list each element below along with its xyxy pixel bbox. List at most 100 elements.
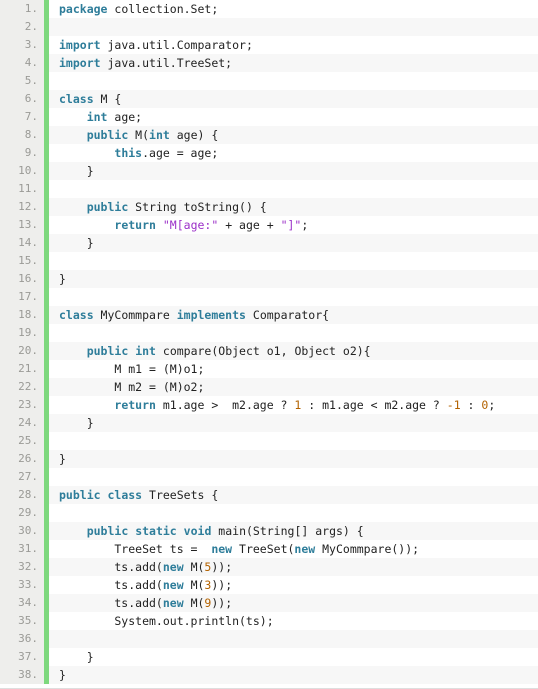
gutter-spacer [49, 234, 59, 252]
code-viewer[interactable]: 1. package collection.Set; 2. 3. import java… [0, 0, 538, 689]
code-line-content[interactable]: return "M[age:" + age + "]"; [59, 216, 538, 234]
code-line-content[interactable]: import java.util.TreeSet; [59, 54, 538, 72]
plain-token: ts.add( [59, 560, 163, 574]
gutter-spacer [49, 216, 59, 234]
code-line-row[interactable]: 22. M m2 = (M)o2; [0, 378, 538, 396]
code-line-row[interactable]: 2. [0, 18, 538, 36]
line-number: 7. [0, 108, 44, 126]
code-line-row[interactable]: 26.} [0, 450, 538, 468]
gutter-spacer [49, 450, 59, 468]
code-line-row[interactable]: 12. public String toString() { [0, 198, 538, 216]
code-line-row[interactable]: 16.} [0, 270, 538, 288]
code-line-row[interactable]: 25. [0, 432, 538, 450]
plain-token: M( [183, 596, 205, 610]
code-line-row[interactable]: 23. return m1.age > m2.age ? 1 : m1.age … [0, 396, 538, 414]
code-line-row[interactable]: 9. this.age = age; [0, 144, 538, 162]
code-line-content[interactable]: ts.add(new M(5)); [59, 558, 538, 576]
code-line-content[interactable]: } [59, 162, 538, 180]
code-line-content[interactable] [59, 252, 538, 270]
code-line-row[interactable]: 4. import java.util.TreeSet; [0, 54, 538, 72]
code-line-content[interactable]: import java.util.Comparator; [59, 36, 538, 54]
line-number: 36. [0, 630, 44, 648]
code-line-content[interactable]: public static void main(String[] args) { [59, 522, 538, 540]
code-line-row[interactable]: 32. ts.add(new M(5)); [0, 558, 538, 576]
code-line-row[interactable]: 18. class MyCommpare implements Comparato… [0, 306, 538, 324]
code-line-content[interactable]: ts.add(new M(3)); [59, 576, 538, 594]
line-number: 28. [0, 486, 44, 504]
code-line-row[interactable]: 11. [0, 180, 538, 198]
keyword-token: return [114, 218, 156, 232]
code-line-row[interactable]: 20. public int compare(Object o1, Object… [0, 342, 538, 360]
code-line-content[interactable]: } [59, 414, 538, 432]
code-line-content[interactable]: this.age = age; [59, 144, 538, 162]
code-line-row[interactable]: 28. public class TreeSets { [0, 486, 538, 504]
code-line-row[interactable]: 35. System.out.println(ts); [0, 612, 538, 630]
code-line-row[interactable]: 29. [0, 504, 538, 522]
code-line-row[interactable]: 5. [0, 72, 538, 90]
code-line-content[interactable] [59, 504, 538, 522]
code-line-row[interactable]: 24. } [0, 414, 538, 432]
code-line-content[interactable] [59, 180, 538, 198]
code-line-row[interactable]: 13. return "M[age:" + age + "]"; [0, 216, 538, 234]
code-line-row[interactable]: 36. [0, 630, 538, 648]
code-line-content[interactable]: M m1 = (M)o1; [59, 360, 538, 378]
code-line-row[interactable]: 8. public M(int age) { [0, 126, 538, 144]
code-line-row[interactable]: 31. TreeSet ts = new TreeSet(new MyCommp… [0, 540, 538, 558]
line-number: 31. [0, 540, 44, 558]
code-line-row[interactable]: 33. ts.add(new M(3)); [0, 576, 538, 594]
code-line-content[interactable]: package collection.Set; [59, 0, 538, 18]
code-line-row[interactable]: 30. public static void main(String[] arg… [0, 522, 538, 540]
code-line-content[interactable]: public class TreeSets { [59, 486, 538, 504]
code-line-content[interactable] [59, 18, 538, 36]
code-line-content[interactable]: ts.add(new M(9)); [59, 594, 538, 612]
gutter-spacer [49, 648, 59, 666]
plain-token: )); [211, 560, 233, 574]
plain-token: } [59, 650, 94, 664]
code-line-row[interactable]: 7. int age; [0, 108, 538, 126]
code-line-content[interactable]: } [59, 666, 538, 684]
code-line-content[interactable]: class MyCommpare implements Comparator{ [59, 306, 538, 324]
keyword-token: static [135, 524, 177, 538]
code-line-content[interactable]: M m2 = (M)o2; [59, 378, 538, 396]
code-line-content[interactable]: public String toString() { [59, 198, 538, 216]
code-line-row[interactable]: 37. } [0, 648, 538, 666]
code-line-row[interactable]: 1. package collection.Set; [0, 0, 538, 18]
gutter-spacer [49, 522, 59, 540]
code-line-row[interactable]: 19. [0, 324, 538, 342]
code-line-content[interactable]: class M { [59, 90, 538, 108]
code-line-row[interactable]: 34. ts.add(new M(9)); [0, 594, 538, 612]
line-number: 30. [0, 522, 44, 540]
code-line-content[interactable] [59, 432, 538, 450]
code-line-content[interactable] [59, 72, 538, 90]
code-line-row[interactable]: 21. M m1 = (M)o1; [0, 360, 538, 378]
code-line-content[interactable] [59, 288, 538, 306]
code-line-content[interactable] [59, 630, 538, 648]
plain-token: } [59, 236, 94, 250]
keyword-token: new [211, 542, 233, 556]
keyword-token: public [86, 128, 129, 142]
code-line-row[interactable]: 6. class M { [0, 90, 538, 108]
code-line-content[interactable]: TreeSet ts = new TreeSet(new MyCommpare(… [59, 540, 538, 558]
code-line-row[interactable]: 14. } [0, 234, 538, 252]
code-line-row[interactable]: 17. [0, 288, 538, 306]
plain-token: java.util.Comparator; [100, 38, 253, 52]
code-line-row[interactable]: 10. } [0, 162, 538, 180]
code-line-content[interactable]: int age; [59, 108, 538, 126]
code-line-content[interactable] [59, 324, 538, 342]
code-line-content[interactable]: public M(int age) { [59, 126, 538, 144]
gutter-spacer [49, 126, 59, 144]
code-line-content[interactable] [59, 468, 538, 486]
code-line-row[interactable]: 38.} [0, 666, 538, 684]
code-line-content[interactable]: System.out.println(ts); [59, 612, 538, 630]
code-line-row[interactable]: 27. [0, 468, 538, 486]
code-line-row[interactable]: 3. import java.util.Comparator; [0, 36, 538, 54]
gutter-spacer [49, 180, 59, 198]
code-line-content[interactable]: } [59, 270, 538, 288]
code-line-content[interactable]: } [59, 648, 538, 666]
code-line-content[interactable]: return m1.age > m2.age ? 1 : m1.age < m2… [59, 396, 538, 414]
code-line-content[interactable]: } [59, 234, 538, 252]
code-line-content[interactable]: public int compare(Object o1, Object o2)… [59, 342, 538, 360]
code-line-row[interactable]: 15. [0, 252, 538, 270]
code-line-content[interactable]: } [59, 450, 538, 468]
